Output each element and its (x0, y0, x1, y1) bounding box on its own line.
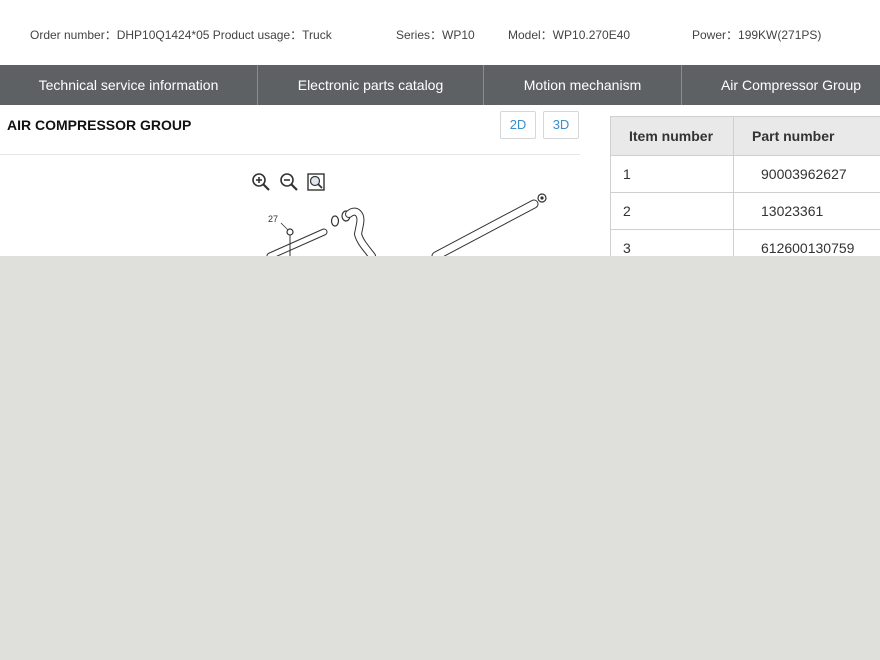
tab-electronic-parts[interactable]: Electronic parts catalog (258, 65, 484, 105)
table-row[interactable]: 1 90003962627 (610, 155, 880, 193)
order-info-bar: Order number：DHP10Q1424*05 Product usage… (0, 0, 880, 65)
item-number-cell: 2 (610, 192, 734, 230)
parts-table: Item number Part number 1 90003962627 2 … (610, 116, 880, 256)
header-part-number: Part number (733, 116, 880, 156)
power-text: Power：199KW(271PS) (692, 28, 822, 42)
parts-diagram: 27 (266, 193, 547, 256)
diagram-panel: AIR COMPRESSOR GROUP 2D 3D 27 (0, 106, 580, 256)
item-number-cell: 1 (610, 155, 734, 193)
part-number-cell: 13023361 (733, 192, 880, 230)
header-item-number: Item number (610, 116, 734, 156)
section-title: AIR COMPRESSOR GROUP (7, 117, 192, 133)
model-text: Model：WP10.270E40 (508, 28, 631, 42)
parts-table-container: Item number Part number 1 90003962627 2 … (610, 116, 880, 256)
page: Order number：DHP10Q1424*05 Product usage… (0, 0, 880, 256)
callout-27: 27 (268, 214, 278, 224)
main-nav: Technical service information Electronic… (0, 65, 880, 105)
tab-air-compressor-group[interactable]: Air Compressor Group (682, 65, 880, 105)
view-3d-button[interactable]: 3D (543, 111, 579, 139)
table-header-row: Item number Part number (610, 116, 880, 156)
table-row[interactable]: 3 612600130759 (610, 229, 880, 256)
part-number-cell: 90003962627 (733, 155, 880, 193)
series-text: Series：WP10 (396, 28, 475, 42)
view-2d-button[interactable]: 2D (500, 111, 536, 139)
divider (0, 154, 580, 155)
tab-technical-service[interactable]: Technical service information (0, 65, 258, 105)
part-number-cell: 612600130759 (733, 229, 880, 256)
table-row[interactable]: 2 13023361 (610, 192, 880, 230)
item-number-cell: 3 (610, 229, 734, 256)
order-number-text: Order number：DHP10Q1424*05 Product usage… (30, 28, 332, 42)
tab-motion-mechanism[interactable]: Motion mechanism (484, 65, 682, 105)
